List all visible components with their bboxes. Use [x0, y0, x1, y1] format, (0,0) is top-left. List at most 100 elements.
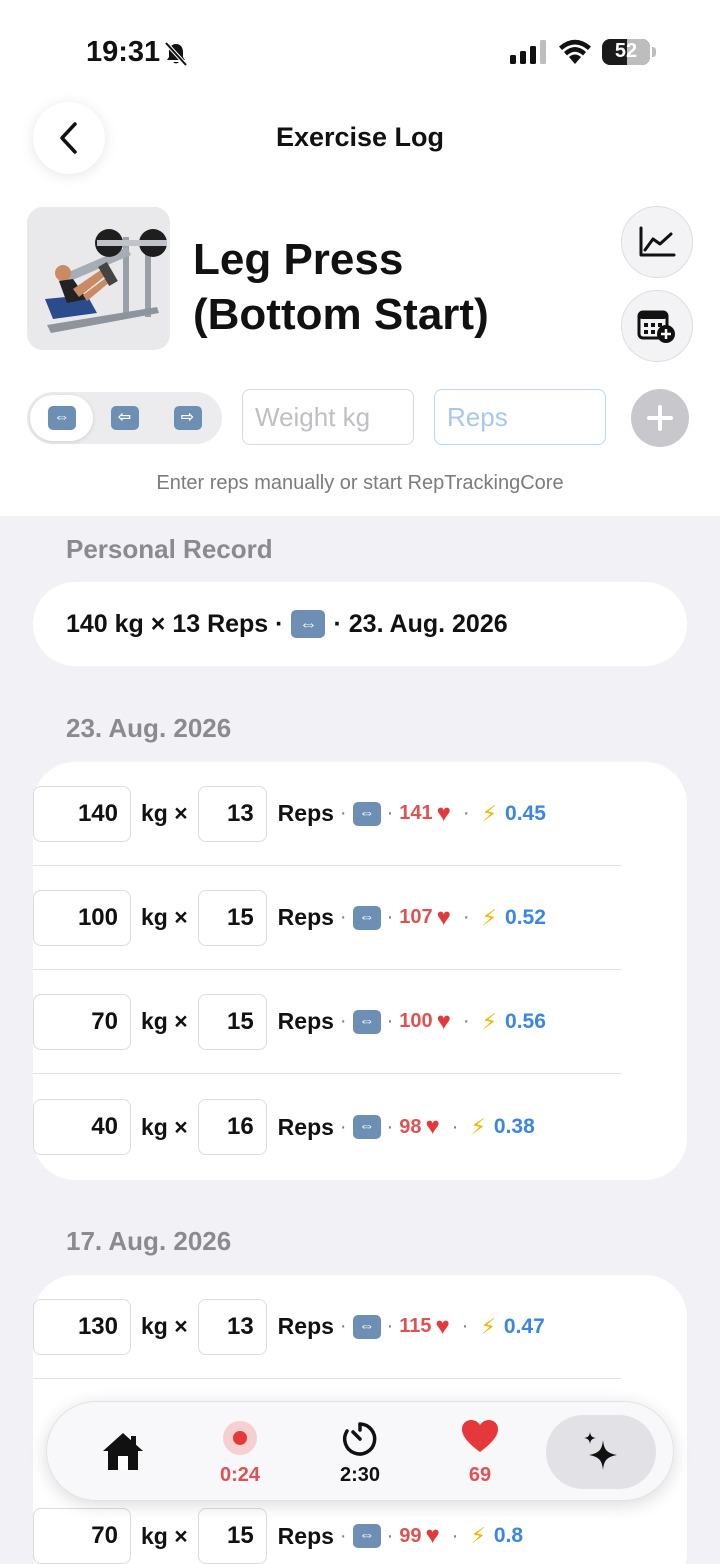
kg-unit: kg ×	[141, 1522, 188, 1549]
weight-input[interactable]: Weight kg	[242, 389, 414, 445]
side-left-option[interactable]: ⇦	[93, 395, 156, 441]
set-reps-input[interactable]: 15	[197, 1508, 267, 1564]
set-reps-input[interactable]: 15	[197, 889, 267, 946]
separator: ·	[339, 802, 347, 824]
bell-muted-icon	[164, 41, 188, 67]
add-set-button[interactable]	[631, 389, 689, 447]
set-weight-input[interactable]: 40	[33, 1099, 131, 1155]
kg-unit: kg ×	[141, 904, 188, 930]
left-right-arrow-icon: ⇔	[47, 406, 76, 430]
kg-unit: kg ×	[141, 1313, 188, 1339]
pr-value: 140 kg × 13 Reps ·	[66, 609, 284, 638]
kg-unit: kg ×	[141, 1008, 188, 1034]
line-chart-icon	[639, 226, 676, 257]
velocity-value: 0.38	[493, 1115, 535, 1138]
add-to-calendar-button[interactable]	[621, 290, 693, 362]
tab-bar: 0:24 2:30 69	[46, 1401, 674, 1501]
tab-home[interactable]	[67, 1402, 177, 1502]
separator: ·	[451, 1524, 459, 1547]
set-row: 130 kg × 13 Reps · ⇔ · 115 ♥ · ⚡ 0.47	[33, 1275, 621, 1379]
heart-icon: ♥	[425, 1113, 440, 1140]
separator: ·	[339, 1010, 347, 1032]
separator: ·	[462, 1010, 470, 1032]
progress-chart-button[interactable]	[621, 206, 693, 278]
separator: ·	[451, 1115, 459, 1138]
separator: ·	[386, 1524, 394, 1547]
heart-icon: ♥	[425, 1522, 440, 1549]
sparkles-icon	[584, 1432, 617, 1470]
set-weight-input[interactable]: 100	[33, 889, 131, 946]
entry-hint: Enter reps manually or start RepTracking…	[156, 472, 564, 494]
reps-unit: Reps	[277, 1313, 334, 1339]
session-date: 17. Aug. 2026	[66, 1226, 232, 1256]
set-row: 40 kg × 16 Reps · ⇔ · 98 ♥ · ⚡ 0.38	[33, 1075, 621, 1179]
reps-unit: Reps	[277, 1113, 334, 1140]
personal-record-label: Personal Record	[66, 534, 273, 564]
left-right-arrow-icon: ⇔	[352, 1115, 381, 1139]
left-arrow-icon: ⇦	[110, 406, 139, 430]
plus-icon	[647, 405, 673, 431]
separator: ·	[386, 802, 394, 824]
tab-heart-rate[interactable]: 69	[425, 1402, 535, 1502]
set-reps-input[interactable]: 16	[197, 1099, 267, 1155]
heart-rate-value: 98	[399, 1115, 422, 1138]
tab-timer[interactable]: 2:30	[305, 1402, 415, 1502]
side-selector: ⇔ ⇦ ⇨	[27, 392, 222, 444]
left-right-arrow-icon: ⇔	[352, 801, 381, 826]
cellular-signal-icon	[510, 40, 546, 64]
set-weight-input[interactable]: 130	[33, 1298, 131, 1355]
separator: ·	[386, 906, 394, 928]
kg-unit: kg ×	[141, 800, 188, 826]
left-right-arrow-icon: ⇔	[352, 1009, 381, 1034]
velocity-value: 0.8	[493, 1524, 524, 1547]
velocity-value: 0.47	[503, 1314, 545, 1338]
recording-time: 0:24	[219, 1464, 261, 1486]
separator: ·	[461, 1315, 469, 1337]
rest-timer: 2:30	[339, 1464, 381, 1486]
side-right-option[interactable]: ⇨	[156, 395, 219, 441]
battery-level: 52	[614, 40, 638, 62]
separator: ·	[339, 1115, 347, 1138]
exercise-title: Leg Press (Bottom Start)	[193, 232, 593, 342]
left-right-arrow-icon: ⇔	[291, 610, 326, 638]
record-icon	[223, 1421, 257, 1455]
separator: ·	[339, 1315, 347, 1337]
status-time: 19:31	[86, 36, 161, 68]
reps-input[interactable]: Reps	[434, 389, 606, 445]
reps-unit: Reps	[277, 904, 334, 930]
set-row: 140 kg × 13 Reps · ⇔ · 141 ♥ · ⚡ 0.45	[33, 762, 621, 866]
heart-rate-value: 100	[399, 1010, 433, 1032]
tab-ai-assistant[interactable]	[546, 1415, 656, 1489]
lightning-icon: ⚡	[481, 904, 498, 930]
set-reps-input[interactable]: 13	[197, 785, 267, 842]
separator: ·	[339, 1524, 347, 1547]
right-arrow-icon: ⇨	[173, 406, 202, 430]
exercise-title-line2: (Bottom Start)	[193, 290, 489, 339]
set-weight-input[interactable]: 70	[33, 993, 131, 1050]
heart-icon: ♥	[435, 1312, 450, 1340]
house-icon	[103, 1433, 143, 1470]
reps-unit: Reps	[277, 1008, 334, 1034]
set-weight-input[interactable]: 70	[33, 1508, 131, 1564]
set-row: 100 kg × 15 Reps · ⇔ · 107 ♥ · ⚡ 0.52	[33, 866, 621, 970]
side-both-option[interactable]: ⇔	[30, 395, 93, 441]
separator: ·	[386, 1315, 394, 1337]
calendar-add-icon	[637, 310, 675, 343]
wifi-icon	[559, 39, 591, 64]
velocity-value: 0.45	[505, 801, 546, 825]
exercise-title-line1: Leg Press	[193, 235, 404, 284]
personal-record-card: 140 kg × 13 Reps · ⇔ · 23. Aug. 2026	[33, 582, 687, 666]
pr-date: · 23. Aug. 2026	[333, 609, 508, 638]
battery-nub	[652, 47, 656, 57]
set-reps-input[interactable]: 13	[197, 1298, 267, 1355]
lightning-icon: ⚡	[480, 1313, 496, 1339]
timer-icon	[342, 1422, 377, 1456]
left-right-arrow-icon: ⇔	[352, 1314, 381, 1339]
heart-rate-value: 99	[399, 1524, 422, 1547]
set-reps-input[interactable]: 15	[197, 993, 267, 1050]
left-right-arrow-icon: ⇔	[352, 905, 381, 930]
set-weight-input[interactable]: 140	[33, 785, 131, 842]
lightning-icon: ⚡	[470, 1114, 486, 1139]
tab-recording[interactable]: 0:24	[185, 1402, 295, 1502]
lightning-icon: ⚡	[481, 800, 498, 826]
